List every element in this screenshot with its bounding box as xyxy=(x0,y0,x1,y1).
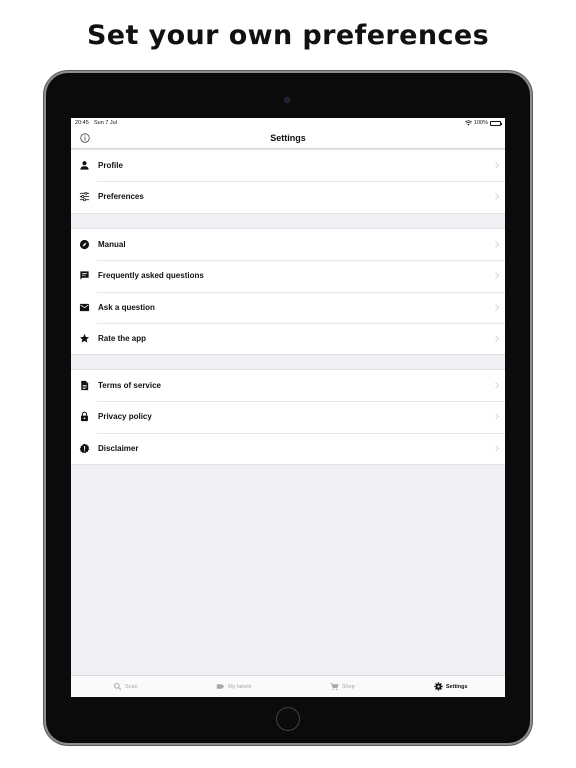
tab-label: Settings xyxy=(445,683,468,690)
tab-label: Shop xyxy=(341,683,355,690)
status-date: Sun 7 Jul xyxy=(94,120,117,126)
settings-group-help: Manual Frequently asked questions Ask a … xyxy=(71,228,505,356)
alert-badge-icon xyxy=(79,443,90,453)
tab-bar: Scan My labels Shop Settings xyxy=(71,675,505,697)
search-icon xyxy=(113,682,122,691)
status-right: 100% xyxy=(464,118,502,128)
label-icon xyxy=(216,684,225,689)
chevron-right-icon xyxy=(495,241,499,248)
settings-row-disclaimer[interactable]: Disclaimer xyxy=(71,432,505,464)
settings-row-label: Frequently asked questions xyxy=(98,271,204,281)
chevron-right-icon xyxy=(495,413,499,421)
chevron-right-icon xyxy=(495,303,499,311)
settings-row-rate-app[interactable]: Rate the app xyxy=(71,322,505,354)
wifi-icon xyxy=(464,120,472,126)
settings-row-label: Manual xyxy=(98,240,126,250)
settings-row-ask-question[interactable]: Ask a question xyxy=(71,291,505,323)
tab-my-labels[interactable]: My labels xyxy=(180,676,289,697)
chat-bubble-icon xyxy=(80,271,89,281)
status-time: 20:45 xyxy=(75,120,89,126)
home-button[interactable] xyxy=(276,707,300,731)
page-title: Settings xyxy=(270,133,306,143)
settings-row-label: Preferences xyxy=(98,192,144,202)
gear-icon xyxy=(434,682,443,691)
settings-group-legal: Terms of service Privacy policy Disclaim… xyxy=(71,369,505,465)
settings-row-preferences[interactable]: Preferences xyxy=(71,181,505,212)
status-bar: 20:45 Sun 7 Jul 100% xyxy=(71,118,505,128)
cart-icon xyxy=(330,682,339,691)
chevron-right-icon xyxy=(495,335,499,342)
chevron-right-icon xyxy=(495,444,499,452)
sliders-icon xyxy=(79,192,90,202)
chevron-right-icon xyxy=(495,193,499,201)
settings-row-label: Disclaimer xyxy=(98,443,139,453)
front-camera xyxy=(284,97,290,103)
settings-row-label: Privacy policy xyxy=(98,412,152,422)
tab-shop[interactable]: Shop xyxy=(288,676,397,697)
chevron-right-icon xyxy=(495,382,499,389)
settings-row-label: Ask a question xyxy=(98,302,155,312)
tablet-frame: 20:45 Sun 7 Jul 100% Settings Profile Pr… xyxy=(46,73,530,743)
tab-settings[interactable]: Settings xyxy=(397,676,506,697)
app-screen: 20:45 Sun 7 Jul 100% Settings Profile Pr… xyxy=(71,118,505,697)
chevron-right-icon xyxy=(495,162,499,169)
settings-row-privacy[interactable]: Privacy policy xyxy=(71,401,505,432)
person-icon xyxy=(80,161,89,170)
navigation-bar: Settings xyxy=(71,128,505,149)
battery-icon xyxy=(490,120,502,126)
promo-headline: Set your own preferences xyxy=(86,20,490,51)
battery-percent: 100% xyxy=(473,120,488,126)
envelope-icon xyxy=(79,303,90,311)
tab-scan[interactable]: Scan xyxy=(71,676,180,697)
settings-group-account: Profile Preferences xyxy=(71,149,505,214)
compass-icon xyxy=(79,240,90,250)
settings-row-label: Rate the app xyxy=(98,334,147,344)
settings-row-profile[interactable]: Profile xyxy=(71,150,505,181)
settings-row-label: Terms of service xyxy=(98,381,161,391)
settings-row-label: Profile xyxy=(98,161,123,171)
tab-label: My labels xyxy=(228,683,252,690)
star-icon xyxy=(79,333,90,343)
lock-icon xyxy=(81,412,88,422)
tab-label: Scan xyxy=(124,683,138,690)
settings-row-manual[interactable]: Manual xyxy=(71,229,505,260)
settings-row-faq[interactable]: Frequently asked questions xyxy=(71,260,505,291)
document-icon xyxy=(81,381,89,391)
settings-row-terms[interactable]: Terms of service xyxy=(71,370,505,401)
chevron-right-icon xyxy=(495,272,499,280)
